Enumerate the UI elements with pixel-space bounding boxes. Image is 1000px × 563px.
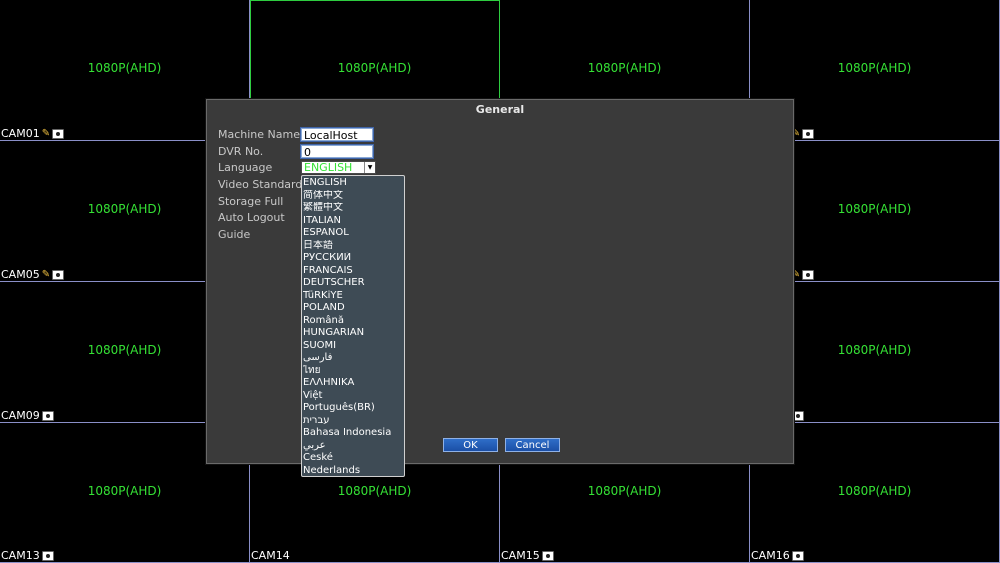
mute-icon: ✎ bbox=[41, 268, 51, 280]
guide-label: Guide bbox=[218, 228, 251, 241]
record-icon bbox=[791, 550, 804, 561]
language-option[interactable]: POLAND bbox=[303, 302, 404, 315]
resolution-label: 1080P(AHD) bbox=[837, 484, 912, 498]
language-option[interactable]: DEUTSCHER bbox=[303, 277, 404, 290]
ok-button[interactable]: OK bbox=[443, 438, 498, 452]
video-standard-label: Video Standard bbox=[218, 178, 303, 191]
language-option[interactable]: ITALIAN bbox=[303, 215, 404, 228]
language-option[interactable]: HUNGARIAN bbox=[303, 327, 404, 340]
record-icon bbox=[52, 269, 65, 280]
record-icon bbox=[52, 128, 65, 139]
language-option[interactable]: 日本語 bbox=[303, 240, 404, 253]
camera-name: CAM14 bbox=[251, 549, 290, 562]
camera-name: CAM05 bbox=[1, 268, 40, 281]
general-settings-dialog: General Machine Name LocalHost DVR No. 0… bbox=[206, 99, 794, 477]
dialog-title: General bbox=[475, 103, 525, 116]
storage-full-label: Storage Full bbox=[218, 195, 284, 208]
resolution-label: 1080P(AHD) bbox=[337, 484, 412, 498]
resolution-label: 1080P(AHD) bbox=[87, 61, 162, 75]
language-option[interactable]: ไทย bbox=[303, 365, 404, 378]
machine-name-input[interactable]: LocalHost bbox=[301, 128, 373, 142]
camera-label: CAM16 bbox=[751, 549, 804, 562]
language-option[interactable]: Português(BR) bbox=[303, 402, 404, 415]
camera-label: CAM15 bbox=[501, 549, 554, 562]
mute-icon: ✎ bbox=[41, 127, 51, 139]
language-select[interactable]: ENGLISH ▼ bbox=[301, 161, 376, 174]
resolution-label: 1080P(AHD) bbox=[87, 484, 162, 498]
cancel-button[interactable]: Cancel bbox=[505, 438, 560, 452]
camera-name: CAM16 bbox=[751, 549, 790, 562]
language-option[interactable]: Bahasa Indonesia bbox=[303, 427, 404, 440]
camera-name: CAM09 bbox=[1, 409, 40, 422]
language-dropdown-list[interactable]: ENGLISH 简体中文 繁體中文 ITALIAN ESPAÑOL 日本語 РУССКИЙ F… bbox=[301, 175, 405, 477]
dvr-no-label: DVR No. bbox=[218, 145, 264, 158]
language-option[interactable]: ESPAÑOL bbox=[303, 227, 404, 240]
language-option[interactable]: TüRKiYE bbox=[303, 290, 404, 303]
chevron-down-icon[interactable]: ▼ bbox=[364, 162, 375, 173]
camera-label: CAM09 bbox=[1, 409, 54, 422]
record-icon bbox=[41, 410, 54, 421]
record-icon bbox=[802, 269, 815, 280]
language-option[interactable]: ΕΛΛΗΝΙΚΑ bbox=[303, 377, 404, 390]
camera-name: CAM01 bbox=[1, 127, 40, 140]
language-option[interactable]: Română bbox=[303, 315, 404, 328]
auto-logout-label: Auto Logout bbox=[218, 211, 285, 224]
machine-name-label: Machine Name bbox=[218, 128, 300, 141]
language-option[interactable]: SUOMI bbox=[303, 340, 404, 353]
dvr-no-input[interactable]: 0 bbox=[301, 145, 373, 159]
camera-label: CAM01 ✎ bbox=[1, 127, 65, 140]
camera-name: CAM15 bbox=[501, 549, 540, 562]
language-option[interactable]: 繁體中文 bbox=[303, 202, 404, 215]
language-option[interactable]: České bbox=[303, 452, 404, 465]
camera-label: CAM14 bbox=[251, 549, 290, 562]
resolution-label: 1080P(AHD) bbox=[337, 61, 412, 75]
record-icon bbox=[41, 550, 54, 561]
language-option[interactable]: فارسی bbox=[303, 352, 404, 365]
language-option[interactable]: FRANCAIS bbox=[303, 265, 404, 278]
camera-name: CAM13 bbox=[1, 549, 40, 562]
record-icon bbox=[541, 550, 554, 561]
camera-label: CAM05 ✎ bbox=[1, 268, 65, 281]
resolution-label: 1080P(AHD) bbox=[587, 484, 662, 498]
language-option[interactable]: عربي bbox=[303, 440, 404, 453]
language-option[interactable]: 简体中文 bbox=[303, 190, 404, 203]
language-option[interactable]: Việt bbox=[303, 390, 404, 403]
language-label: Language bbox=[218, 161, 273, 174]
language-option[interactable]: עברית bbox=[303, 415, 404, 428]
record-icon bbox=[802, 128, 815, 139]
language-selected-value: ENGLISH bbox=[304, 161, 353, 174]
language-option[interactable]: ENGLISH bbox=[303, 177, 404, 190]
language-option[interactable]: РУССКИЙ bbox=[303, 252, 404, 265]
resolution-label: 1080P(AHD) bbox=[837, 61, 912, 75]
camera-label: CAM13 bbox=[1, 549, 54, 562]
language-option[interactable]: Nederlands bbox=[303, 465, 404, 478]
resolution-label: 1080P(AHD) bbox=[587, 61, 662, 75]
